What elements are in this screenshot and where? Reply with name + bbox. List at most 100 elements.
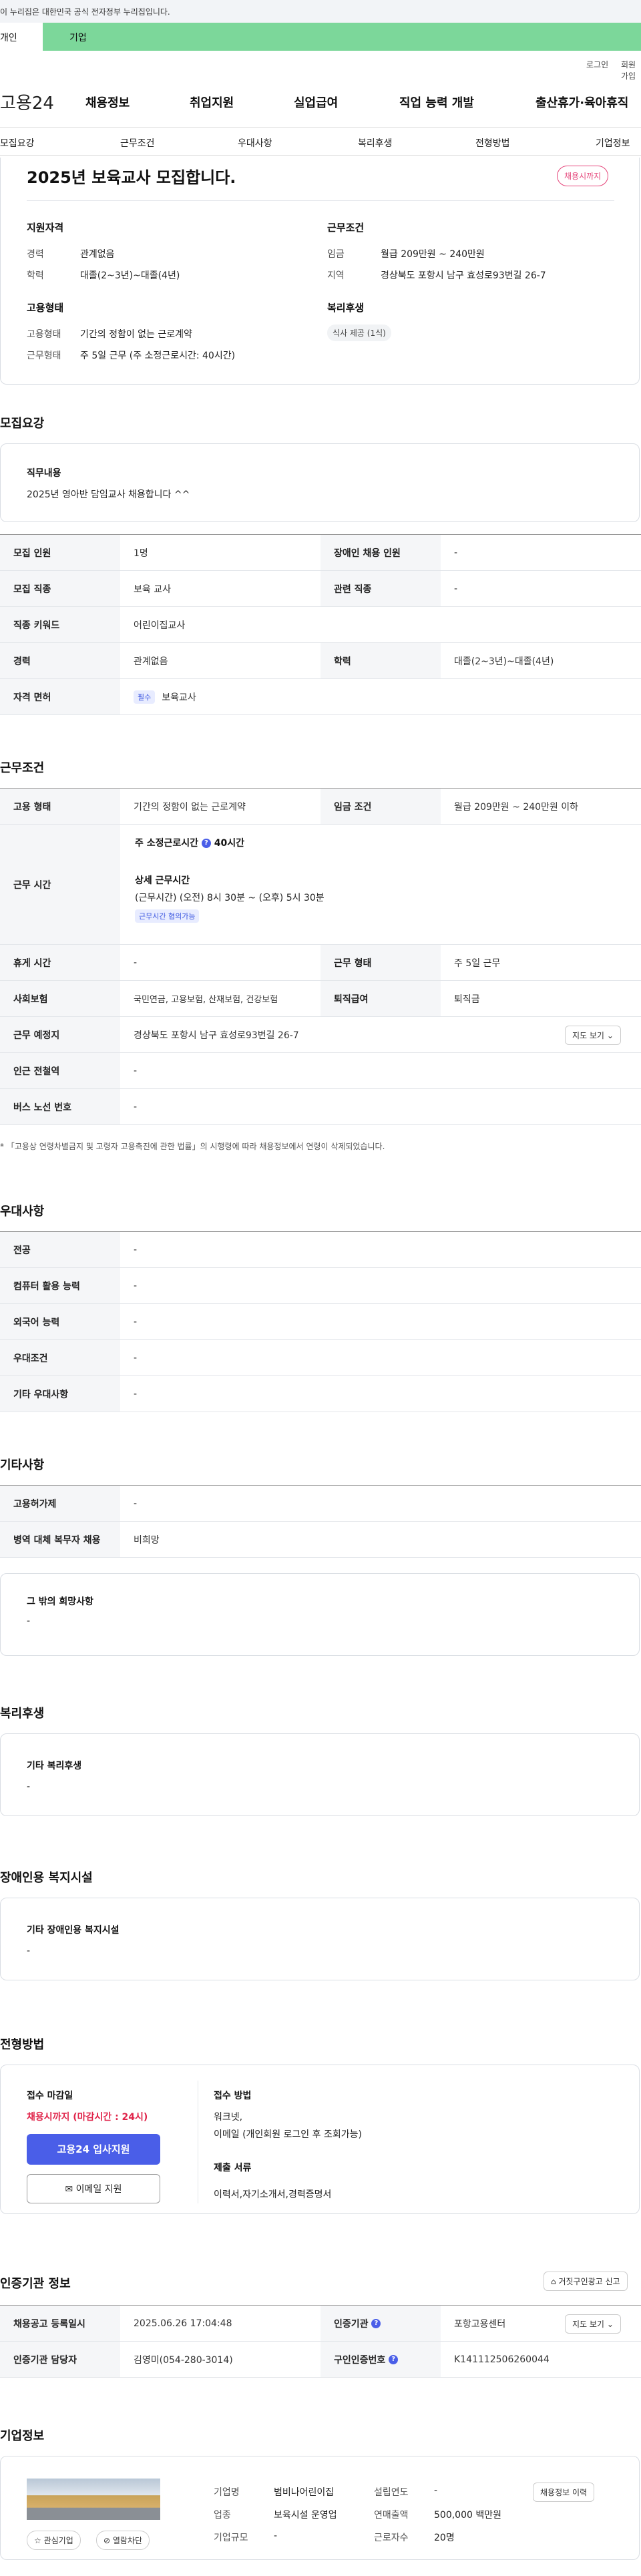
table-row: 채용공고 등록일시 2025.06.26 17:04:48 인증기관 ? 포항고… xyxy=(0,2306,641,2342)
gnb-unemployment[interactable]: 실업급여 xyxy=(294,93,338,111)
age-notice-text: 「고용상 연령차별금지 및 고령자 고용촉진에 관한 법률」의 시행령에 따라 … xyxy=(6,1142,385,1151)
help-icon[interactable]: ? xyxy=(371,2318,381,2328)
table-row: 경력 관계없음 학력 대졸(2~3년)~대졸(4년) xyxy=(0,643,641,679)
tab-company[interactable]: 기업 xyxy=(69,31,87,44)
td-break: - xyxy=(134,957,138,968)
weekly-hours-label: 주 소정근로시간 xyxy=(135,838,199,849)
th-bus: 버스 노선 번호 xyxy=(0,1089,120,1124)
td-wage: 월급 209만원 ~ 240만원 이하 xyxy=(454,801,579,813)
welfare-box-heading: 기타 복리후생 xyxy=(27,1761,82,1771)
age-notice: * 「고용상 연령차별금지 및 고령자 고용촉진에 관한 법률」의 시행령에 따… xyxy=(0,1142,385,1151)
table-row: 외국어 능력 - xyxy=(0,1304,641,1340)
work-type-value: 주 5일 근무 (주 소정근로시간: 40시간) xyxy=(80,351,236,361)
table-row: 자격 면허 필수 보육교사 xyxy=(0,679,641,715)
deadline-badge: 채용시까지 xyxy=(557,166,609,186)
table-row: 컴퓨터 활용 능력 - xyxy=(0,1268,641,1304)
table-row: 고용 형태 기간의 정함이 없는 근로계약 임금 조건 월급 209만원 ~ 2… xyxy=(0,789,641,825)
gnb-leave[interactable]: 출산휴가·육아휴직 xyxy=(536,93,628,111)
td-language: - xyxy=(134,1316,138,1327)
td-job: 보육 교사 xyxy=(134,584,171,595)
th-language: 외국어 능력 xyxy=(0,1304,120,1339)
education-label: 학력 xyxy=(27,270,44,281)
company-size-value: - xyxy=(274,2531,278,2541)
snb-preference[interactable]: 우대사항 xyxy=(238,136,272,150)
established-label: 설립연도 xyxy=(374,2487,409,2498)
td-pref-etc: - xyxy=(134,1388,138,1400)
snb-welfare[interactable]: 복리후생 xyxy=(358,136,393,150)
block-view-button[interactable]: ⊘ 열람차단 xyxy=(96,2531,150,2550)
favorite-company-button[interactable]: ☆ 관심기업 xyxy=(27,2531,81,2550)
login-link[interactable]: 로그인 xyxy=(586,59,608,70)
docs-value: 이력서,자기소개서,경력증명서 xyxy=(214,2189,332,2200)
snb-recruit[interactable]: 모집요강 xyxy=(0,136,35,150)
gov-banner-text: 이 누리집은 대한민국 공식 전자정부 누리집입니다. xyxy=(0,7,170,17)
tab-personal[interactable]: 개인 xyxy=(0,23,43,51)
home-icon: ⌂ xyxy=(551,2277,556,2286)
company-photo xyxy=(27,2479,160,2520)
help-icon[interactable]: ? xyxy=(201,839,211,848)
logo[interactable]: 고용24 xyxy=(0,89,54,114)
td-agency: 포항고용센터 xyxy=(454,2318,506,2330)
snb-company[interactable]: 기업정보 xyxy=(596,136,630,150)
gov-banner: 이 누리집은 대한민국 공식 전자정부 누리집입니다. xyxy=(0,0,641,23)
method-worknet: 워크넷, xyxy=(214,2112,243,2123)
company-name-value: 범비나어린이집 xyxy=(274,2487,335,2498)
report-fake-ad-button[interactable]: ⌂ 거짓구인광고 신고 xyxy=(544,2272,628,2291)
table-row: 휴게 시간 - 근무 형태 주 5일 근무 xyxy=(0,945,641,981)
gnb-employment-support[interactable]: 취업지원 xyxy=(190,93,234,111)
gnb-jobs[interactable]: 채용정보 xyxy=(85,93,130,111)
td-work-form: 주 5일 근무 xyxy=(454,957,501,969)
sales-label: 연매출액 xyxy=(374,2510,409,2521)
industry-label: 업종 xyxy=(214,2510,231,2521)
email-apply-button[interactable]: ✉ 이메일 지원 xyxy=(27,2174,160,2203)
disability-box-value: - xyxy=(27,1946,31,1956)
th-military: 병역 대체 복무자 채용 xyxy=(0,1522,120,1557)
th-cert-no-label: 구인인증번호 xyxy=(334,2354,386,2366)
th-manager: 인증기관 담당자 xyxy=(0,2342,120,2377)
th-hours: 근무 시간 xyxy=(0,825,120,944)
table-row: 고용허가제 - xyxy=(0,1486,641,1522)
td-reg-date: 2025.06.26 17:04:48 xyxy=(134,2318,232,2329)
th-permit: 고용허가제 xyxy=(0,1486,120,1521)
page-title: 2025년 보육교사 모집합니다. xyxy=(27,168,236,187)
snb-work[interactable]: 근무조건 xyxy=(120,136,155,150)
agency-map-button[interactable]: 지도 보기 ⌄ xyxy=(565,2314,621,2334)
sales-value: 500,000 백만원 xyxy=(434,2510,501,2521)
td-license: 필수 보육교사 xyxy=(120,679,641,714)
meal-chip: 식사 제공 (1식) xyxy=(327,325,391,341)
job-history-button[interactable]: 채용정보 이력 xyxy=(533,2483,595,2502)
company-size-label: 기업규모 xyxy=(214,2533,248,2543)
wage-value: 월급 209만원 ~ 240만원 xyxy=(381,249,485,260)
duty-value: 2025년 영아반 담임교사 채용합니다 ^^ xyxy=(27,489,190,500)
report-fake-ad-label: 거짓구인광고 신고 xyxy=(558,2277,620,2286)
help-icon[interactable]: ? xyxy=(389,2354,399,2364)
emp-type-value: 기간의 정함이 없는 근로계약 xyxy=(80,329,192,340)
snb-selection[interactable]: 전형방법 xyxy=(475,136,510,150)
career-value: 관계없음 xyxy=(80,249,115,260)
chevron-down-icon: ⌄ xyxy=(606,1031,614,1040)
disability-box xyxy=(0,1898,640,1980)
map-button[interactable]: 지도 보기 ⌄ xyxy=(565,1026,621,1045)
apply-button[interactable]: 고용24 입사지원 xyxy=(27,2134,160,2165)
cond-heading: 근무조건 xyxy=(327,222,365,234)
td-military: 비희망 xyxy=(134,1534,160,1546)
td-pref-cond: - xyxy=(134,1352,138,1363)
table-row: 근무 예정지 경상북도 포항시 남구 효성로93번길 26-7 xyxy=(0,1017,641,1053)
td-subway: - xyxy=(134,1065,138,1076)
th-related-job: 관련 직종 xyxy=(320,571,441,606)
td-emp-type: 기간의 정함이 없는 근로계약 xyxy=(134,801,246,813)
deadline-value: 채용시까지 (마감시간 : 24시) xyxy=(27,2112,148,2123)
duty-heading: 직무내용 xyxy=(27,468,61,479)
block-view-label: 열람차단 xyxy=(112,2536,143,2545)
etc-box-value: - xyxy=(27,1616,31,1627)
agency-section-title: 인증기관 정보 xyxy=(0,2277,71,2291)
td-bus: - xyxy=(134,1101,138,1112)
signup-link[interactable]: 회원가입 xyxy=(621,59,641,81)
th-pref-cond: 우대조건 xyxy=(0,1340,120,1375)
td-retirement: 퇴직금 xyxy=(454,994,480,1005)
gnb-training[interactable]: 직업 능력 개발 xyxy=(399,93,474,111)
career-label: 경력 xyxy=(27,249,44,260)
table-row: 기타 우대사항 - xyxy=(0,1376,641,1412)
welfare-heading: 복리후생 xyxy=(327,302,365,314)
th-work-form: 근무 형태 xyxy=(320,945,441,980)
